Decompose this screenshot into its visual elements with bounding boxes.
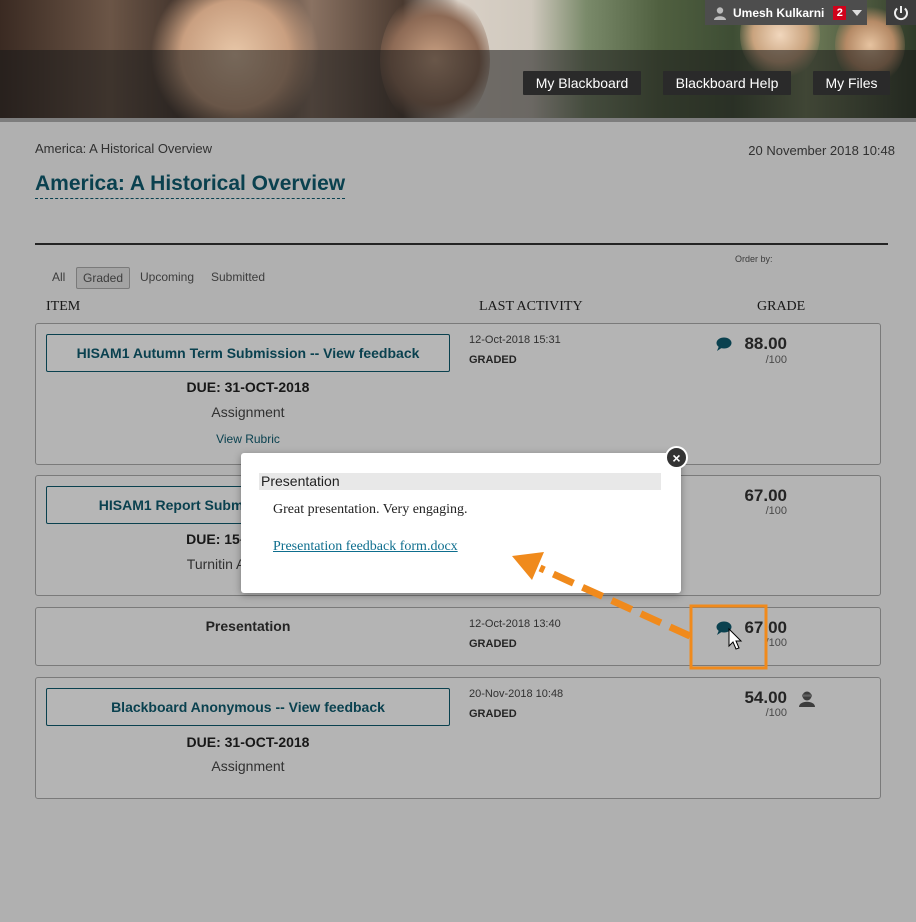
nav-my-files[interactable]: My Files <box>813 71 890 95</box>
popup-title: Presentation <box>259 473 661 490</box>
power-icon <box>894 5 908 20</box>
user-name: Umesh Kulkarni <box>733 5 825 20</box>
close-icon[interactable]: × <box>665 446 688 469</box>
chevron-down-icon[interactable] <box>852 9 863 16</box>
feedback-popup: Presentation Great presentation. Very en… <box>241 453 681 593</box>
nav-my-blackboard[interactable]: My Blackboard <box>523 71 641 95</box>
notification-badge[interactable]: 2 <box>833 5 847 20</box>
user-icon <box>714 6 726 20</box>
logout-button[interactable] <box>886 0 916 25</box>
nav-blackboard-help[interactable]: Blackboard Help <box>663 71 791 95</box>
user-menu[interactable]: Umesh Kulkarni 2 <box>705 0 867 25</box>
feedback-text: Great presentation. Very engaging. <box>273 502 468 517</box>
feedback-file-link[interactable]: Presentation feedback form.docx <box>273 539 458 555</box>
